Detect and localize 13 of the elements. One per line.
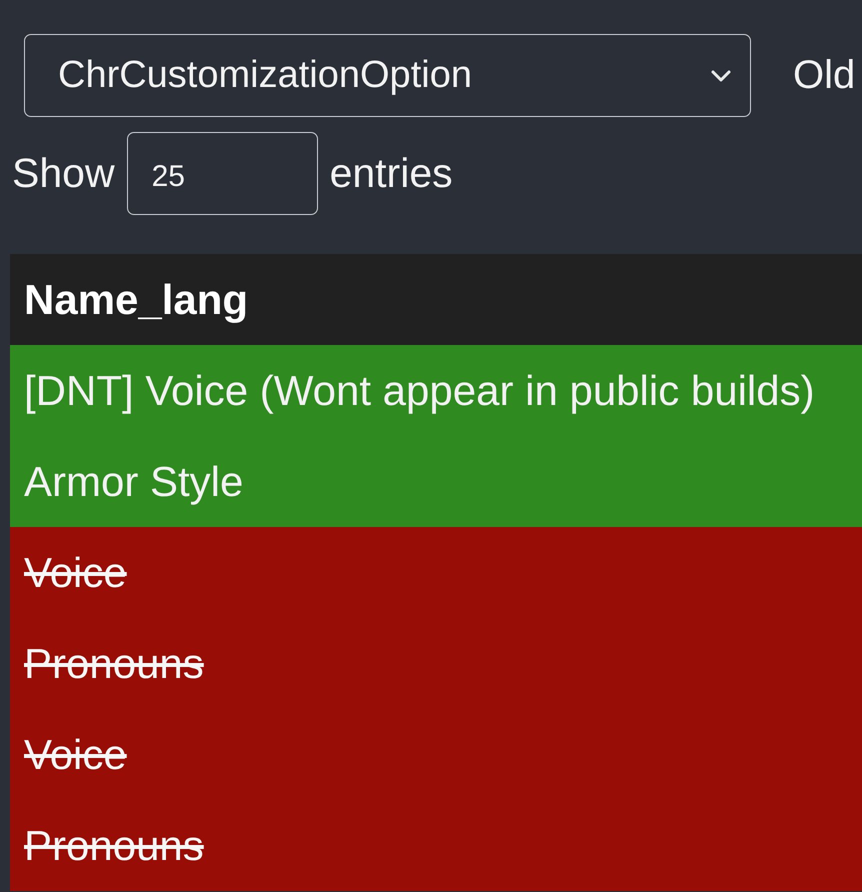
chevron-down-icon bbox=[710, 68, 732, 82]
table-cell: [DNT] Voice (Wont appear in public builds) bbox=[10, 345, 862, 436]
table-cell: Armor Style bbox=[10, 436, 862, 527]
table-cell: Voice bbox=[10, 527, 862, 618]
entries-label: entries bbox=[330, 150, 453, 197]
table-cell: Pronouns bbox=[10, 618, 862, 709]
table-cell: Voice bbox=[10, 709, 862, 800]
column-header[interactable]: Name_lang bbox=[10, 254, 862, 345]
compare-label: Old bbox=[793, 53, 856, 98]
table-select[interactable]: ChrCustomizationOption bbox=[24, 34, 751, 117]
table-cell: Pronouns bbox=[10, 800, 862, 891]
show-label: Show bbox=[12, 150, 115, 197]
entries-field[interactable]: 25 bbox=[126, 132, 318, 215]
